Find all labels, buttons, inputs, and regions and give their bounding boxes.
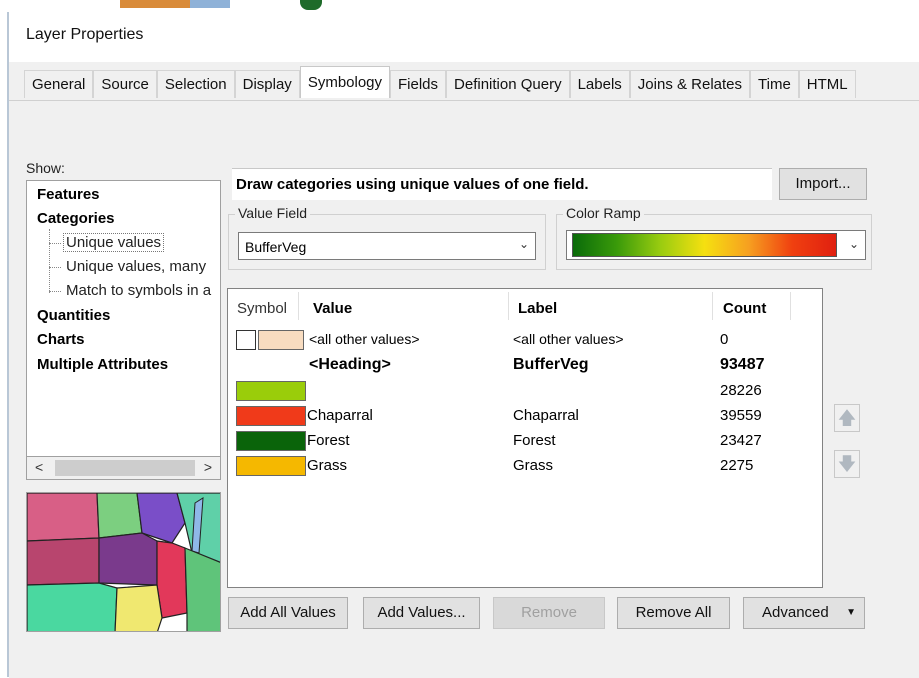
tab-labels[interactable]: Labels bbox=[569, 70, 630, 98]
table-row-label[interactable]: Grass bbox=[513, 457, 553, 474]
tree-item-match-to-symbols[interactable]: Match to symbols in a bbox=[66, 282, 211, 299]
tree-item-categories[interactable]: Categories bbox=[37, 210, 115, 227]
table-row-count: 39559 bbox=[720, 407, 762, 424]
dropdown-arrow-icon: ▼ bbox=[846, 607, 856, 618]
table-row-value[interactable]: Chaparral bbox=[307, 407, 373, 424]
column-header-value[interactable]: Value bbox=[313, 300, 352, 317]
all-other-values-checkbox[interactable] bbox=[236, 330, 256, 350]
table-row-symbol[interactable] bbox=[236, 456, 306, 476]
tree-item-multiple-attributes[interactable]: Multiple Attributes bbox=[37, 356, 168, 373]
tab-time[interactable]: Time bbox=[750, 70, 799, 98]
tab-fields[interactable]: Fields bbox=[390, 70, 447, 98]
tree-horizontal-scrollbar[interactable]: < > bbox=[26, 456, 221, 480]
import-button[interactable]: Import... bbox=[779, 168, 867, 200]
tab-symbology[interactable]: Symbology bbox=[299, 66, 391, 98]
column-separator bbox=[790, 292, 791, 320]
show-tree[interactable]: Features Categories Unique values Unique… bbox=[26, 180, 221, 480]
tab-html[interactable]: HTML bbox=[798, 70, 856, 98]
title-bar bbox=[9, 12, 919, 62]
table-row-symbol[interactable] bbox=[236, 381, 306, 401]
table-row-symbol[interactable] bbox=[236, 406, 306, 426]
tree-item-features[interactable]: Features bbox=[37, 186, 100, 203]
tree-connector bbox=[49, 291, 61, 292]
table-row-value[interactable]: Forest bbox=[307, 432, 350, 449]
tab-bar: General Source Selection Display Symbolo… bbox=[24, 66, 856, 100]
chevron-down-icon[interactable]: ⌄ bbox=[519, 237, 529, 251]
advanced-button[interactable]: Advanced ▼ bbox=[743, 597, 865, 629]
show-label: Show: bbox=[26, 160, 65, 176]
value-field-label: Value Field bbox=[235, 205, 311, 221]
us-states-map-icon bbox=[27, 493, 220, 631]
value-field-value: BufferVeg bbox=[245, 239, 307, 255]
table-row-count: 0 bbox=[720, 331, 729, 348]
scroll-right-icon[interactable]: > bbox=[204, 459, 212, 475]
table-row-value[interactable]: Grass bbox=[307, 457, 347, 474]
scrollbar-thumb[interactable] bbox=[55, 460, 195, 476]
tree-item-unique-values-many[interactable]: Unique values, many bbox=[66, 258, 206, 275]
table-row-heading-count: 93487 bbox=[720, 356, 765, 373]
column-header-symbol[interactable]: Symbol bbox=[237, 300, 287, 317]
symbology-description: Draw categories using unique values of o… bbox=[236, 176, 589, 193]
window-title: Layer Properties bbox=[26, 26, 144, 43]
table-row-label[interactable]: <all other values> bbox=[513, 331, 624, 347]
column-separator bbox=[712, 292, 713, 320]
chevron-down-icon[interactable]: ⌄ bbox=[849, 237, 859, 251]
tree-item-quantities[interactable]: Quantities bbox=[37, 307, 110, 324]
remove-all-button[interactable]: Remove All bbox=[617, 597, 730, 629]
color-ramp-gradient bbox=[572, 233, 837, 257]
column-header-count[interactable]: Count bbox=[723, 300, 766, 317]
advanced-button-label: Advanced bbox=[762, 604, 829, 621]
background-map-fragment bbox=[120, 0, 190, 8]
tab-selection[interactable]: Selection bbox=[156, 70, 235, 98]
tree-connector bbox=[49, 267, 61, 268]
tree-item-unique-values[interactable]: Unique values bbox=[63, 233, 165, 252]
background-map-fragment bbox=[190, 0, 230, 8]
symbology-preview-image bbox=[26, 492, 221, 632]
scroll-left-icon[interactable]: < bbox=[35, 459, 43, 475]
move-up-icon[interactable]: 🡅 bbox=[834, 404, 860, 432]
tab-source[interactable]: Source bbox=[93, 70, 157, 98]
tab-general[interactable]: General bbox=[24, 70, 94, 98]
value-field-dropdown[interactable]: BufferVeg ⌄ bbox=[238, 232, 536, 260]
table-row-label[interactable]: Forest bbox=[513, 432, 556, 449]
color-ramp-label: Color Ramp bbox=[563, 205, 644, 221]
table-row-count: 23427 bbox=[720, 432, 762, 449]
column-header-label[interactable]: Label bbox=[518, 300, 557, 317]
table-row-value[interactable]: <all other values> bbox=[309, 331, 420, 347]
table-row-heading-value[interactable]: <Heading> bbox=[309, 356, 391, 374]
table-row-symbol[interactable] bbox=[236, 431, 306, 451]
tab-display[interactable]: Display bbox=[234, 70, 300, 98]
add-values-button[interactable]: Add Values... bbox=[363, 597, 480, 629]
table-row-count: 28226 bbox=[720, 382, 762, 399]
move-down-icon[interactable]: 🡇 bbox=[834, 450, 860, 478]
column-separator bbox=[508, 292, 509, 320]
tree-item-charts[interactable]: Charts bbox=[37, 331, 85, 348]
table-row-label[interactable]: Chaparral bbox=[513, 407, 579, 424]
tree-connector bbox=[49, 229, 50, 293]
add-all-values-button[interactable]: Add All Values bbox=[228, 597, 348, 629]
column-separator bbox=[298, 292, 299, 320]
table-row-count: 2275 bbox=[720, 457, 754, 474]
tab-definition-query[interactable]: Definition Query bbox=[446, 70, 570, 98]
table-row-heading-label[interactable]: BufferVeg bbox=[513, 356, 589, 374]
remove-button[interactable]: Remove bbox=[493, 597, 605, 629]
table-row-symbol[interactable] bbox=[258, 330, 304, 350]
tab-joins-relates[interactable]: Joins & Relates bbox=[629, 70, 751, 98]
tree-connector bbox=[49, 243, 61, 244]
